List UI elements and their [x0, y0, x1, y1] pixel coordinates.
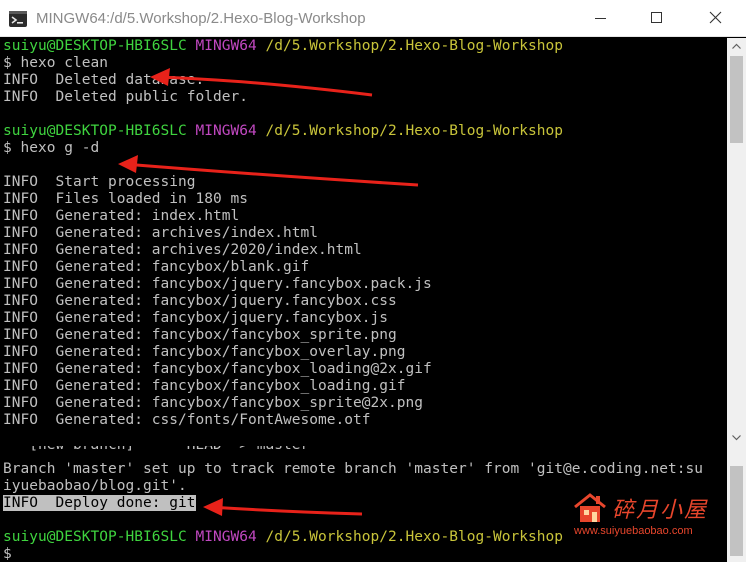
watermark-url: www.suiyuebaobao.com	[574, 525, 693, 537]
watermark: 碎月小屋 www.suiyuebaobao.com	[572, 492, 722, 542]
prompt-shell: MINGW64	[195, 529, 257, 545]
title-bar[interactable]: MINGW64:/d/5.Workshop/2.Hexo-Blog-Worksh…	[0, 0, 746, 37]
prompt-shell: MINGW64	[195, 123, 257, 139]
input-prompt[interactable]: $	[0, 546, 727, 562]
output-line: INFO Generated: index.html	[3, 208, 240, 224]
prompt-shell: MINGW64	[195, 38, 257, 54]
maximize-icon[interactable]	[633, 0, 679, 36]
selected-text[interactable]: INFO Deploy done: git	[3, 495, 196, 511]
vertical-scrollbar[interactable]	[727, 38, 746, 446]
close-icon[interactable]	[692, 0, 738, 36]
command-line: $ hexo g -d	[3, 140, 100, 156]
output-line: INFO Generated: fancybox/jquery.fancybox…	[3, 293, 397, 309]
output-line: INFO Generated: fancybox/blank.gif	[3, 259, 310, 275]
house-logo-icon	[574, 493, 606, 522]
output-line: INFO Generated: fancybox/fancybox_loadin…	[3, 361, 432, 377]
prompt-path: /d/5.Workshop/2.Hexo-Blog-Workshop	[265, 123, 563, 139]
scrollbar-thumb[interactable]	[730, 56, 743, 143]
window-title: MINGW64:/d/5.Workshop/2.Hexo-Blog-Worksh…	[36, 10, 366, 27]
output-line: INFO Files loaded in 180 ms	[3, 191, 248, 207]
output-line: INFO Generated: fancybox/fancybox_sprite…	[3, 395, 423, 411]
output-line: INFO Deleted database.	[3, 72, 205, 88]
output-line: INFO Generated: fancybox/jquery.fancybox…	[3, 310, 388, 326]
output-line: INFO Generated: fancybox/fancybox_sprite…	[3, 327, 397, 343]
prompt-path: /d/5.Workshop/2.Hexo-Blog-Workshop	[265, 529, 563, 545]
vertical-scrollbar-lower[interactable]	[727, 446, 746, 562]
output-line: INFO Deleted public folder.	[3, 89, 248, 105]
output-line: INFO Generated: fancybox/jquery.fancybox…	[3, 276, 432, 292]
output-line-partial: [new branch] HEAD -> master	[0, 446, 727, 454]
watermark-title: 碎月小屋	[612, 498, 709, 523]
prompt-path: /d/5.Workshop/2.Hexo-Blog-Workshop	[265, 38, 563, 54]
terminal-output[interactable]: suiyu@DESKTOP-HBI6SLC MINGW64 /d/5.Works…	[0, 38, 727, 446]
prompt-line: suiyu@DESKTOP-HBI6SLC MINGW64 /d/5.Works…	[0, 123, 727, 140]
prompt-user: suiyu@DESKTOP-HBI6SLC	[3, 529, 187, 545]
output-line: INFO Generated: archives/2020/index.html	[3, 242, 362, 258]
output-line: INFO Generated: fancybox/fancybox_loadin…	[3, 378, 406, 394]
command-line: $ hexo clean	[3, 55, 108, 71]
output-line: INFO Generated: css/fonts/FontAwesome.ot…	[3, 412, 371, 428]
prompt-line: suiyu@DESKTOP-HBI6SLC MINGW64 /d/5.Works…	[0, 38, 727, 55]
prompt-user: suiyu@DESKTOP-HBI6SLC	[3, 123, 187, 139]
mingw-terminal-icon	[9, 11, 27, 27]
output-line: INFO Start processing	[3, 174, 196, 190]
scrollbar-thumb[interactable]	[730, 466, 743, 556]
scroll-up-icon[interactable]	[727, 38, 746, 55]
prompt-user: suiyu@DESKTOP-HBI6SLC	[3, 38, 187, 54]
terminal-window: MINGW64:/d/5.Workshop/2.Hexo-Blog-Worksh…	[0, 0, 746, 446]
output-line: Branch 'master' set up to track remote b…	[3, 461, 703, 477]
window-edge	[0, 562, 746, 569]
minimize-icon[interactable]	[577, 0, 623, 36]
scroll-down-icon[interactable]	[727, 429, 746, 446]
output-line: INFO Generated: fancybox/fancybox_overla…	[3, 344, 406, 360]
output-line: INFO Generated: archives/index.html	[3, 225, 318, 241]
